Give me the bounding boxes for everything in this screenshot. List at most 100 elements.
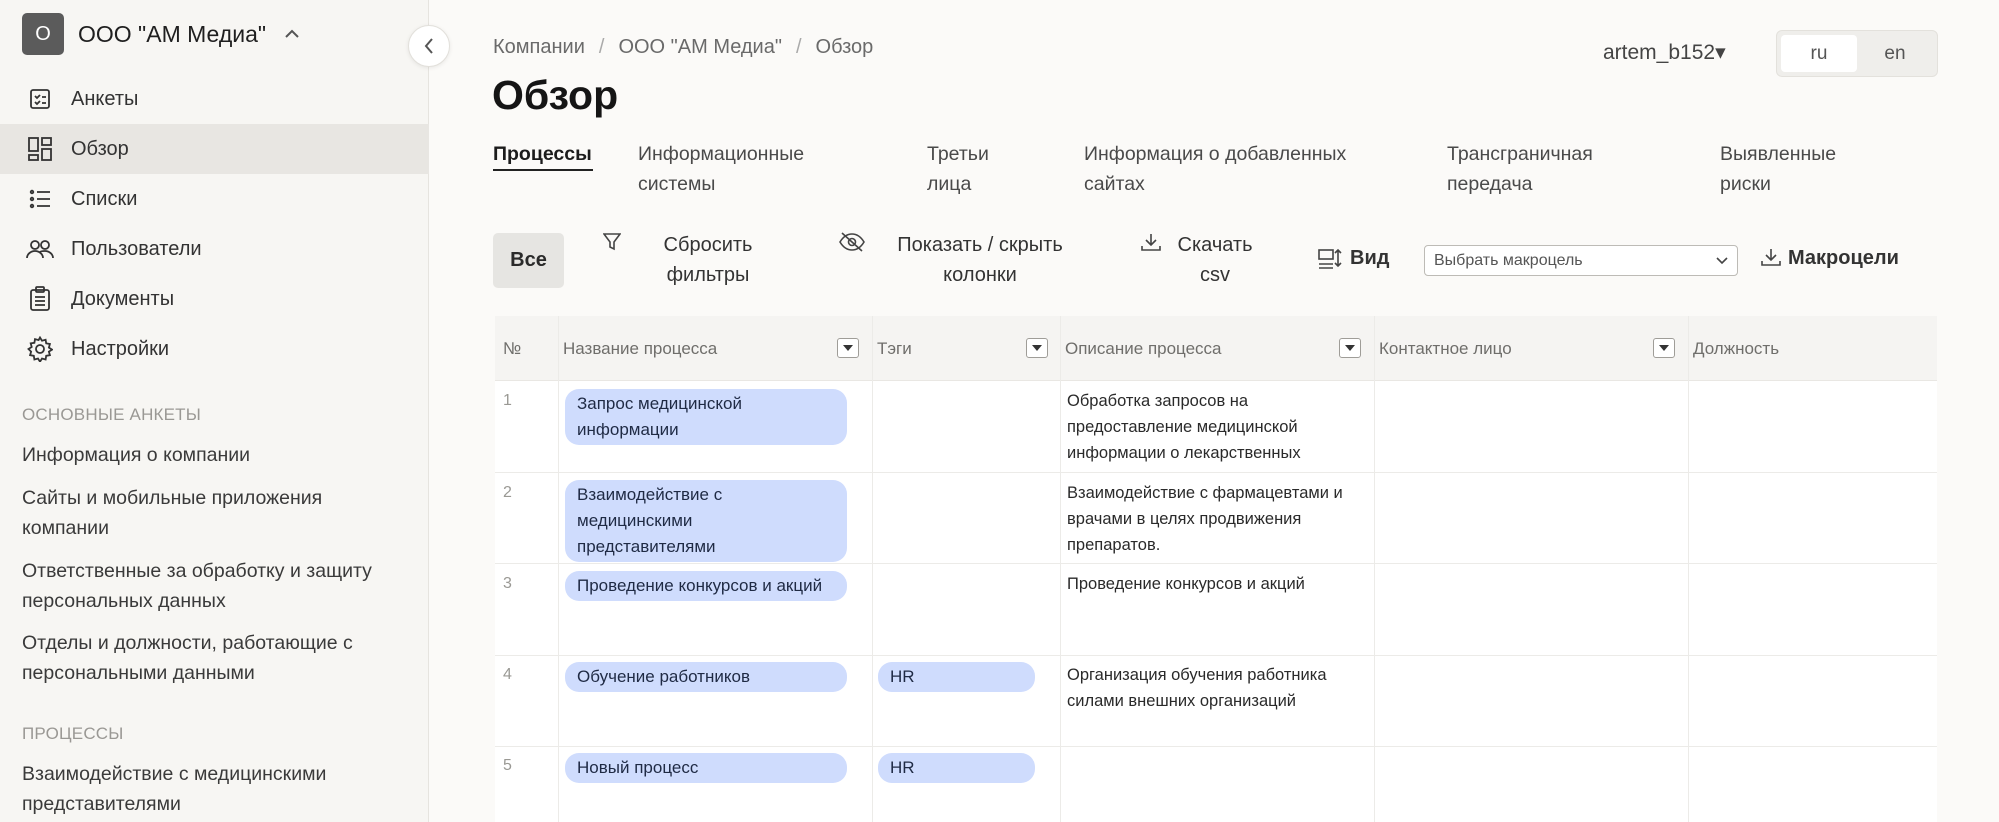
row-number: 2 [503,484,512,501]
row-divider [495,655,1937,656]
company-name: ООО "АМ Медиа" [78,20,267,47]
download-icon [1141,234,1161,251]
sidebar-link-responsible[interactable]: Ответственные за обработку и защиту перс… [22,556,412,616]
sidebar-link-departments[interactable]: Отделы и должности, работающие с персона… [22,628,412,688]
tab-added-sites[interactable]: Информация о добавленных сайтах [1084,139,1374,199]
toggle-columns-button[interactable]: Показать / скрыть колонки [838,230,1070,290]
sidebar-item-users[interactable]: Пользователи [0,224,429,274]
caret-down-icon [1345,345,1355,351]
download-csv-label: Скачать csv [1177,234,1253,286]
chevron-left-icon [424,38,433,54]
sidebar: O ООО "АМ Медиа" Анкеты Обзор Списки Пол… [0,0,429,822]
row-divider [495,746,1937,747]
breadcrumb-current: Обзор [815,36,874,58]
column-header-description[interactable]: Описание процесса [1059,316,1222,381]
filter-contact-button[interactable] [1653,338,1675,358]
row-divider [495,472,1937,473]
toggle-columns-label: Показать / скрыть колонки [897,234,1063,286]
macro-goals-button[interactable]: Макроцели [1760,245,1899,271]
breadcrumb-separator: / [598,36,605,58]
sidebar-item-label: Пользователи [71,237,202,260]
breadcrumb: Компании / ООО "АМ Медиа" / Обзор [493,36,873,59]
caret-down-icon [1032,345,1042,351]
checklist-icon [26,85,54,113]
row-number: 3 [503,575,512,592]
column-header-tags[interactable]: Тэги [871,316,912,381]
tab-cross-border[interactable]: Трансграничная передача [1447,139,1627,199]
reset-filters-button[interactable]: Сбросить фильтры [603,230,763,290]
column-header-number: № [503,338,522,358]
chevron-up-icon [285,29,299,38]
sidebar-item-label: Документы [71,287,175,310]
process-description: Организация обучения работника силами вн… [1067,666,1327,710]
sidebar-nav: Анкеты Обзор Списки Пользователи Докумен… [0,74,429,374]
collapse-sidebar-button[interactable] [408,25,450,67]
caret-down-icon [843,345,853,351]
sidebar-item-lists[interactable]: Списки [0,174,429,224]
macro-goals-label: Макроцели [1788,247,1899,269]
sidebar-item-settings[interactable]: Настройки [0,324,429,374]
lang-en-button[interactable]: en [1857,35,1933,72]
sidebar-item-label: Настройки [71,337,170,360]
filter-tags-button[interactable] [1026,338,1048,358]
process-name-pill[interactable]: Обучение работников [565,662,847,692]
process-name-pill[interactable]: Взаимодействие с медицинскими представит… [565,480,847,562]
process-name-pill[interactable]: Проведение конкурсов и акций [565,571,847,601]
process-table: № Название процесса Тэги Описание процес… [495,316,1937,822]
breadcrumb-companies[interactable]: Компании [493,36,585,59]
filter-description-button[interactable] [1339,338,1361,358]
tab-risks[interactable]: Выявленные риски [1720,139,1870,199]
download-icon [1761,249,1781,266]
sidebar-item-label: Анкеты [71,87,139,110]
sidebar-item-documents[interactable]: Документы [0,274,429,324]
tag-pill[interactable]: HR [878,662,1035,692]
tag-pill[interactable]: HR [878,753,1035,783]
view-button[interactable]: Вид [1318,245,1389,271]
company-avatar: O [22,13,64,55]
sidebar-item-questionnaires[interactable]: Анкеты [0,74,429,124]
tab-info-systems[interactable]: Информационные системы [638,139,828,199]
filter-icon [603,233,621,251]
column-header-contact[interactable]: Контактное лицо [1373,316,1512,381]
sidebar-item-label: Обзор [71,137,129,160]
filter-process-name-button[interactable] [837,338,859,358]
language-switch: ru en [1776,30,1938,77]
view-settings-icon [1318,248,1342,269]
column-header-process-name[interactable]: Название процесса [557,316,717,381]
sidebar-item-overview[interactable]: Обзор [0,124,429,174]
all-filter-button[interactable]: Все [493,233,564,288]
process-description: Взаимодействие с фармацевтами и врачами … [1067,484,1343,554]
section-title-processes: ПРОЦЕССЫ [22,724,124,743]
column-header-position[interactable]: Должность [1687,316,1779,381]
row-number: 5 [503,757,512,774]
eye-off-icon [839,232,865,252]
download-csv-button[interactable]: Скачать csv [1140,230,1254,290]
chevron-down-icon [1716,257,1728,265]
macro-goal-select-value: Выбрать макроцель [1434,251,1583,269]
table-header: № Название процесса Тэги Описание процес… [495,316,1937,381]
section-title-main: ОСНОВНЫЕ АНКЕТЫ [22,405,202,424]
breadcrumb-company[interactable]: ООО "АМ Медиа" [618,36,782,59]
process-description: Проведение конкурсов и акций [1067,575,1305,593]
company-switcher[interactable]: O ООО "АМ Медиа" [22,13,300,55]
row-divider [495,563,1937,564]
gear-icon [26,335,54,363]
process-description: Обработка запросов на предоставление мед… [1067,392,1301,462]
sidebar-link-process[interactable]: Взаимодействие с медицинскими представит… [22,759,412,819]
sidebar-item-label: Списки [71,187,138,210]
sidebar-link-company-info[interactable]: Информация о компании [22,440,412,470]
dashboard-icon [26,135,54,163]
breadcrumb-separator: / [795,36,802,58]
tab-processes[interactable]: Процессы [493,139,593,171]
process-name-pill[interactable]: Новый процесс [565,753,847,783]
list-icon [26,185,54,213]
lang-ru-button[interactable]: ru [1781,35,1857,72]
macro-goal-select[interactable]: Выбрать макроцель [1424,245,1738,276]
tab-third-parties[interactable]: Третьи лица [927,139,1007,199]
view-label: Вид [1350,247,1390,269]
clipboard-icon [26,285,54,313]
process-name-pill[interactable]: Запрос медицинской информации [565,389,847,445]
users-icon [26,235,54,263]
sidebar-link-sites-apps[interactable]: Сайты и мобильные приложения компании [22,483,412,543]
user-menu[interactable]: artem_b152▾ [1603,40,1726,65]
